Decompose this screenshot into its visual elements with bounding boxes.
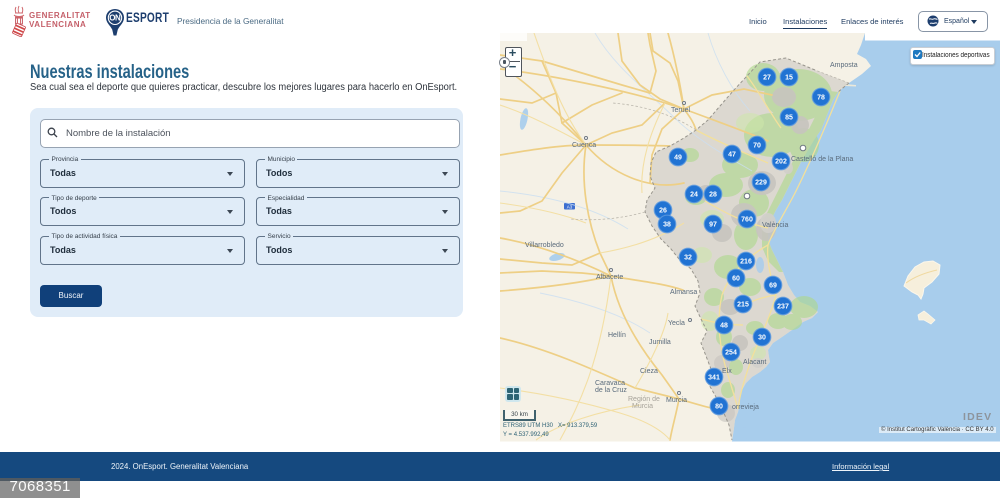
svg-text:78: 78 [817,94,825,101]
svg-text:24: 24 [690,191,698,198]
svg-text:229: 229 [755,179,767,186]
svg-text:Hellín: Hellín [608,332,626,339]
svg-text:Cieza: Cieza [640,368,658,375]
svg-text:27: 27 [763,74,771,81]
svg-text:Cuenca: Cuenca [572,142,596,149]
svg-text:70: 70 [753,142,761,149]
svg-text:28: 28 [709,191,717,198]
svg-text:85: 85 [785,114,793,121]
svg-text:80: 80 [715,403,723,410]
svg-text:254: 254 [725,349,737,356]
svg-text:30: 30 [758,334,766,341]
svg-text:69: 69 [769,282,777,289]
svg-text:Murcia: Murcia [666,397,687,404]
svg-text:49: 49 [674,154,682,161]
svg-text:Caravaca: Caravaca [595,380,625,387]
svg-text:Almansa: Almansa [670,289,697,296]
svg-text:Amposta: Amposta [830,62,858,69]
svg-text:60: 60 [732,275,740,282]
svg-text:Albacete: Albacete [596,274,623,281]
svg-text:48: 48 [720,322,728,329]
svg-text:Teruel: Teruel [671,107,691,114]
svg-text:Yecla: Yecla [668,320,685,327]
svg-text:orrevieja: orrevieja [732,404,759,411]
svg-text:Región de: Región de [628,396,660,403]
svg-text:216: 216 [740,258,752,265]
svg-text:Villarrobledo: Villarrobledo [525,242,564,249]
svg-text:Castelló de la Plana: Castelló de la Plana [791,156,853,163]
svg-text:97: 97 [709,221,717,228]
svg-text:A3: A3 [567,204,573,209]
svg-text:Murcia: Murcia [632,403,653,410]
svg-text:760: 760 [741,216,753,223]
svg-text:32: 32 [684,254,692,261]
svg-text:237: 237 [777,303,789,310]
svg-text:202: 202 [775,158,787,165]
svg-text:341: 341 [708,374,720,381]
svg-text:215: 215 [737,301,749,308]
svg-text:Jumilla: Jumilla [649,339,671,346]
svg-text:Alacant: Alacant [743,359,766,366]
svg-text:26: 26 [659,207,667,214]
svg-text:València: València [762,222,788,229]
svg-text:de la Cruz: de la Cruz [595,387,627,394]
svg-text:Elx: Elx [722,368,732,375]
svg-text:ON: ON [109,14,121,23]
svg-text:15: 15 [785,74,793,81]
svg-text:47: 47 [728,151,736,158]
svg-text:38: 38 [663,221,671,228]
